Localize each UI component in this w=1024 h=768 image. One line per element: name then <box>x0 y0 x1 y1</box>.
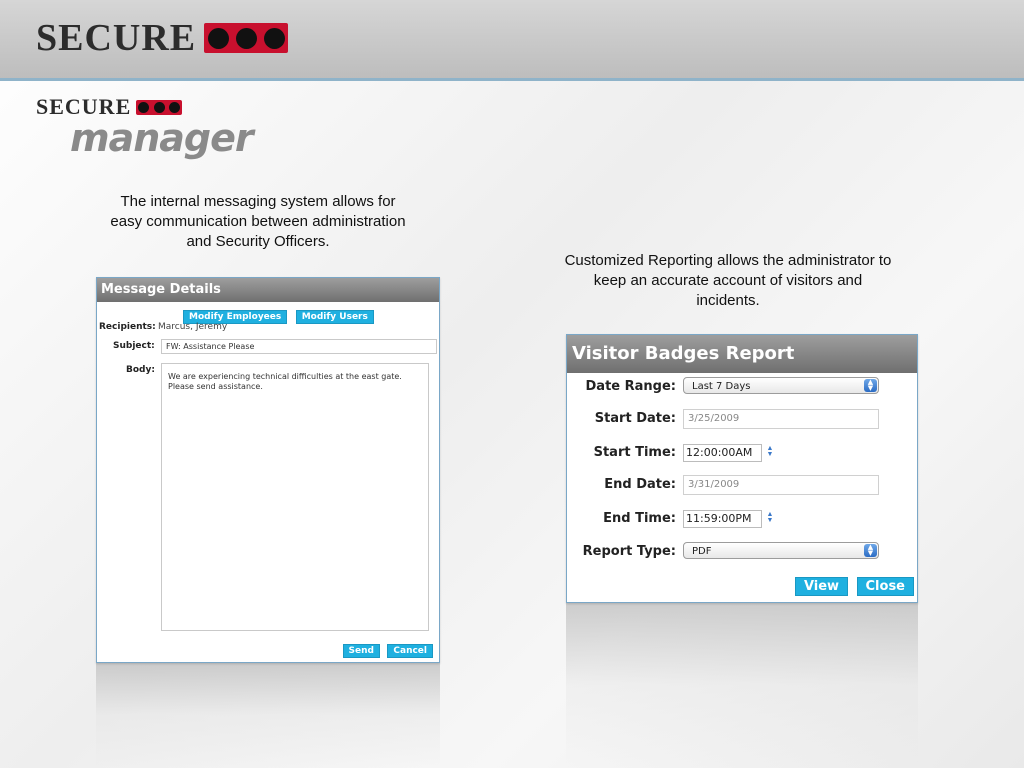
date-range-value: Last 7 Days <box>692 381 751 392</box>
updown-arrows-icon: ▲ ▼ <box>864 379 877 392</box>
visitor-badges-report-panel: Visitor Badges Report Date Range: Last 7… <box>566 334 918 603</box>
start-time-input[interactable]: 12:00:00AM <box>683 444 762 462</box>
logo-dots-small-icon <box>136 99 183 115</box>
start-time-row: Start Time: 12:00:00AM ▲ ▼ <box>567 443 917 463</box>
stepper-icon[interactable]: ▲ ▼ <box>764 511 776 526</box>
cancel-button[interactable]: Cancel <box>387 644 433 658</box>
stepper-icon[interactable]: ▲ ▼ <box>764 445 776 460</box>
logo-dots-icon <box>204 23 289 53</box>
report-type-row: Report Type: PDF ▲ ▼ <box>567 542 917 562</box>
start-date-row: Start Date: 3/25/2009 <box>567 409 917 429</box>
recipients-value: Marcus, Jeremy <box>158 322 228 332</box>
body-label: Body: <box>126 365 155 375</box>
subject-input[interactable]: FW: Assistance Please <box>161 339 437 354</box>
secure-logo-large: SECURE <box>36 17 289 59</box>
message-actions: Send Cancel <box>340 640 433 658</box>
start-date-label: Start Date: <box>594 411 676 426</box>
date-range-row: Date Range: Last 7 Days ▲ ▼ <box>567 377 917 397</box>
close-button[interactable]: Close <box>856 577 914 596</box>
top-banner: SECURE <box>0 0 1024 81</box>
report-type-label: Report Type: <box>582 544 676 559</box>
secure-logo-small: SECURE <box>36 94 183 119</box>
logo-wordmark-small: SECURE <box>36 94 132 119</box>
message-panel-reflection <box>96 662 440 768</box>
report-title: Visitor Badges Report <box>567 335 917 373</box>
report-type-value: PDF <box>692 546 712 557</box>
product-name: manager <box>70 116 254 160</box>
date-range-label: Date Range: <box>585 379 676 394</box>
view-button[interactable]: View <box>794 577 849 596</box>
updown-arrows-icon: ▲ ▼ <box>864 544 877 557</box>
caption-messaging: The internal messaging system allows for… <box>110 193 406 250</box>
recipients-label: Recipients: <box>99 322 156 332</box>
end-time-input[interactable]: 11:59:00PM <box>683 510 762 528</box>
subject-label: Subject: <box>113 341 155 351</box>
message-details-title: Message Details <box>97 278 439 302</box>
caption-reporting: Customized Reporting allows the administ… <box>564 252 892 309</box>
logo-wordmark: SECURE <box>36 17 197 59</box>
start-date-input[interactable]: 3/25/2009 <box>683 409 879 429</box>
end-time-row: End Time: 11:59:00PM ▲ ▼ <box>567 509 917 529</box>
end-date-row: End Date: 3/31/2009 <box>567 475 917 495</box>
end-date-input[interactable]: 3/31/2009 <box>683 475 879 495</box>
modify-users-button[interactable]: Modify Users <box>295 310 374 324</box>
report-panel-reflection <box>566 602 918 768</box>
body-textarea[interactable]: We are experiencing technical difficulti… <box>161 363 429 631</box>
end-date-label: End Date: <box>604 477 676 492</box>
report-type-select[interactable]: PDF ▲ ▼ <box>683 542 879 559</box>
start-time-label: Start Time: <box>593 445 676 460</box>
end-time-label: End Time: <box>603 511 676 526</box>
date-range-select[interactable]: Last 7 Days ▲ ▼ <box>683 377 879 394</box>
report-actions: View Close <box>791 577 914 596</box>
message-details-panel: Message Details Modify Employees Modify … <box>96 277 440 663</box>
send-button[interactable]: Send <box>342 644 380 658</box>
